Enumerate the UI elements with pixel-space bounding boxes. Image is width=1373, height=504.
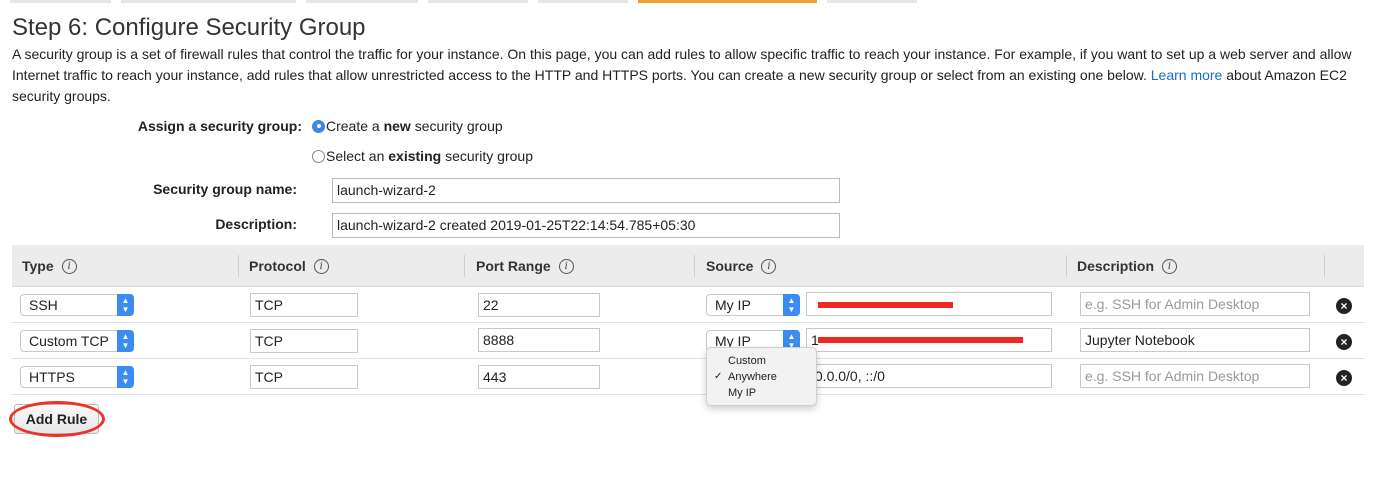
header-divider [1324, 255, 1325, 277]
header-divider [694, 255, 695, 277]
dropdown-option-anywhere[interactable]: ✓ Anywhere [707, 369, 816, 385]
intro-paragraph: A security group is a set of firewall ru… [12, 44, 1357, 107]
type-select[interactable]: Custom TCP ▲ ▼ [20, 330, 134, 352]
header-divider [464, 255, 465, 277]
stepper-icon[interactable]: ▲ ▼ [117, 366, 134, 388]
source-select[interactable]: My IP ▲ ▼ [706, 294, 800, 316]
type-select[interactable]: SSH ▲ ▼ [20, 294, 134, 316]
table-row: Custom TCP ▲ ▼ TCP 8888 My IP ▲ ▼ 1 Jupyter … [12, 323, 1364, 359]
header-type: Type i [22, 245, 77, 287]
sg-name-label: Security group name: [153, 181, 297, 197]
wizard-tab[interactable] [306, 0, 418, 3]
table-row: HTTPS ▲ ▼ TCP 443 .0.0.0/0, ::/0 e.g. SSH … [12, 359, 1364, 395]
wizard-tab[interactable] [428, 0, 528, 3]
header-source: Source i [706, 245, 777, 287]
sg-description-label: Description: [215, 216, 297, 232]
wizard-tab[interactable] [538, 0, 628, 3]
port-range-field[interactable]: 22 [478, 293, 600, 317]
sg-name-input[interactable]: launch-wizard-2 [332, 178, 840, 203]
info-icon[interactable]: i [761, 258, 777, 274]
source-cidr-input[interactable]: .0.0.0/0, ::/0 [806, 364, 1052, 388]
info-icon[interactable]: i [1162, 258, 1178, 274]
delete-rule-icon[interactable]: × [1336, 298, 1352, 314]
wizard-tab[interactable] [827, 0, 917, 3]
header-description: Description i [1077, 245, 1178, 287]
info-icon[interactable]: i [313, 258, 329, 274]
table-row: SSH ▲ ▼ TCP 22 My IP ▲ ▼ e.g. SSH for Admin … [12, 287, 1364, 323]
radio-button-checked[interactable] [312, 119, 325, 133]
header-protocol: Protocol i [249, 245, 329, 287]
protocol-field: TCP [250, 365, 358, 389]
redaction-mark [818, 302, 953, 308]
wizard-tab-active[interactable] [638, 0, 817, 3]
redaction-mark [818, 337, 1023, 343]
protocol-field: TCP [250, 293, 358, 317]
header-divider [1066, 255, 1067, 277]
wizard-tabs [0, 0, 1373, 4]
info-icon[interactable]: i [61, 258, 77, 274]
radio-button[interactable] [312, 149, 325, 163]
checkmark-icon: ✓ [714, 371, 723, 382]
port-range-field[interactable]: 8888 [478, 328, 600, 352]
stepper-icon[interactable]: ▲ ▼ [783, 294, 800, 316]
annotation-circle [9, 401, 105, 437]
header-divider [238, 255, 239, 277]
learn-more-link[interactable]: Learn more [1151, 67, 1223, 83]
wizard-tab[interactable] [10, 0, 111, 3]
source-dropdown-menu: Custom ✓ Anywhere My IP [706, 347, 817, 406]
stepper-icon[interactable]: ▲ ▼ [117, 294, 134, 316]
radio-select-existing-label: Select an existing security group [326, 148, 533, 164]
radio-select-existing[interactable]: Select an existing security group [312, 148, 533, 164]
radio-create-new-label: Create a new security group [326, 118, 503, 134]
assign-label: Assign a security group: [137, 118, 302, 134]
protocol-field: TCP [250, 329, 358, 353]
rule-description-input[interactable]: Jupyter Notebook [1080, 328, 1310, 352]
page-title: Step 6: Configure Security Group [12, 14, 366, 41]
dropdown-option-custom[interactable]: Custom [707, 353, 816, 369]
dropdown-option-my-ip[interactable]: My IP [707, 385, 816, 401]
wizard-tab[interactable] [121, 0, 296, 3]
radio-create-new[interactable]: Create a new security group [312, 118, 503, 134]
header-port-range: Port Range i [476, 245, 574, 287]
stepper-icon[interactable]: ▲ ▼ [117, 330, 134, 352]
info-icon[interactable]: i [558, 258, 574, 274]
port-range-field[interactable]: 443 [478, 365, 600, 389]
rule-description-input[interactable]: e.g. SSH for Admin Desktop [1080, 364, 1310, 388]
delete-rule-icon[interactable]: × [1336, 334, 1352, 350]
sg-description-input[interactable]: launch-wizard-2 created 2019-01-25T22:14… [332, 213, 840, 238]
rule-description-input[interactable]: e.g. SSH for Admin Desktop [1080, 292, 1310, 316]
rules-table-header: Type i Protocol i Port Range i Source i Desc… [12, 245, 1364, 287]
delete-rule-icon[interactable]: × [1336, 370, 1352, 386]
type-select[interactable]: HTTPS ▲ ▼ [20, 366, 134, 388]
